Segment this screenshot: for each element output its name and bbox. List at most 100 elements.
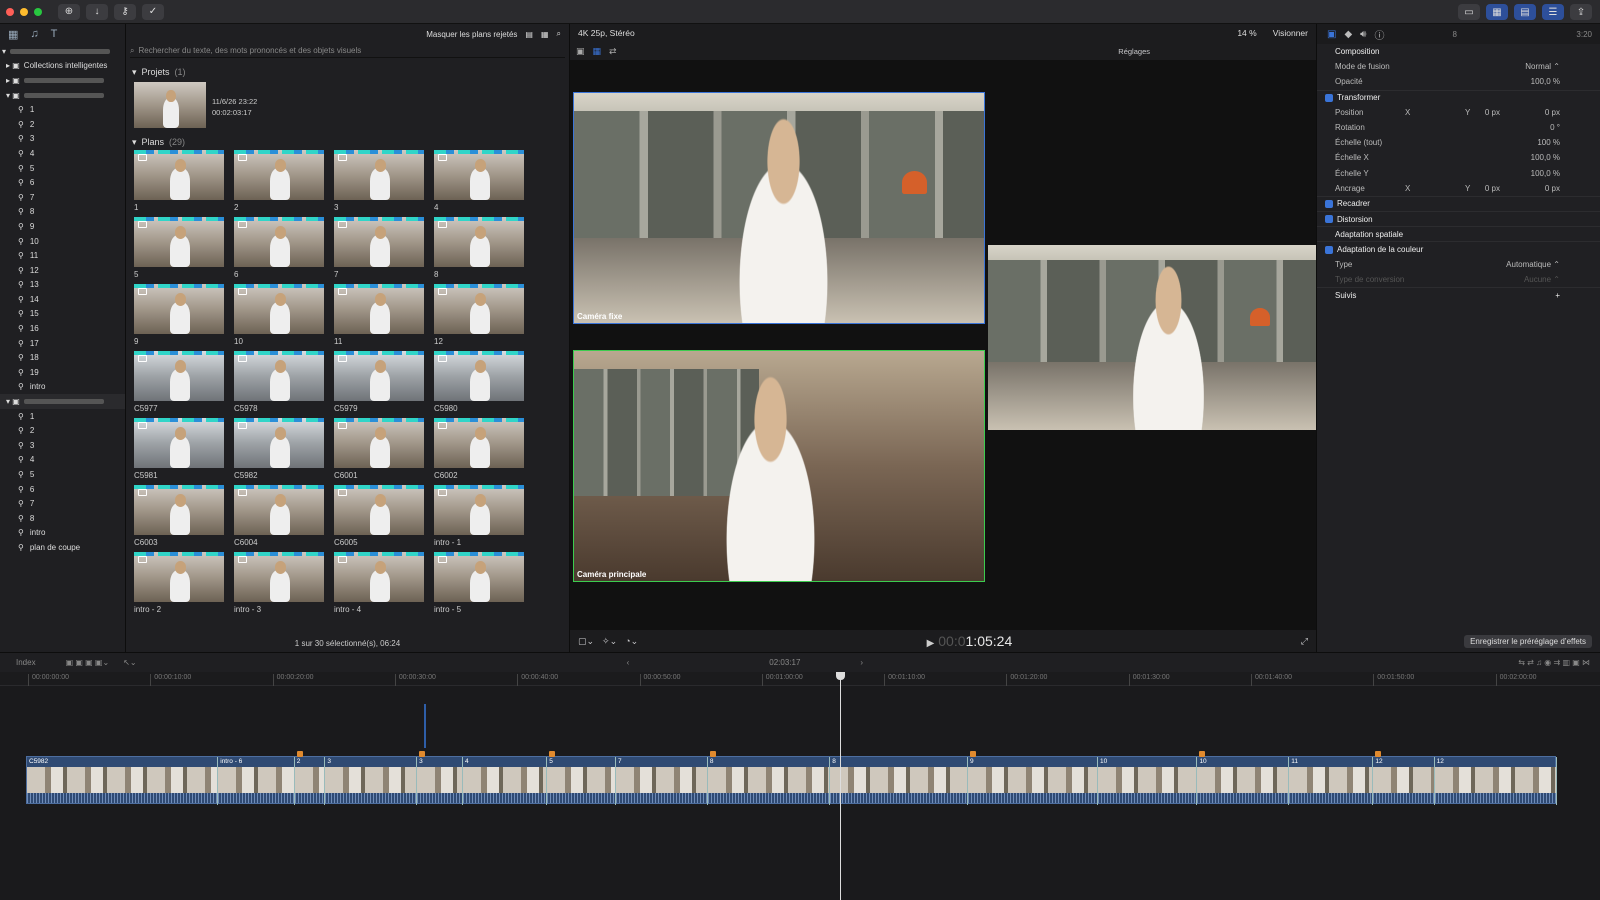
browser-clip[interactable]: C5979	[334, 351, 424, 418]
show-browser-button[interactable]: ▦	[1486, 4, 1508, 20]
anchor-y-value[interactable]: 0 px	[1545, 184, 1560, 193]
keyword-collection[interactable]: ⚲ 17	[0, 336, 125, 351]
position-x-value[interactable]: 0 px	[1485, 108, 1500, 117]
project-item[interactable]: 11/6/26 23:22 00:02:03:17	[134, 82, 569, 128]
add-tracker-icon[interactable]: +	[1555, 291, 1560, 300]
close-window-button[interactable]	[6, 7, 14, 16]
timeline-clip[interactable]: 7	[616, 757, 708, 805]
marker-icon[interactable]	[709, 751, 716, 757]
keyword-collection[interactable]: ⚲ 8	[0, 205, 125, 220]
keyword-collection[interactable]: ⚲ 6	[0, 175, 125, 190]
select-tool-icon[interactable]: ↖⌄	[123, 658, 136, 667]
fullscreen-icon[interactable]: ⤢	[1301, 636, 1308, 647]
show-timeline-button[interactable]: ▤	[1514, 4, 1536, 20]
libraries-icon[interactable]: ▦	[8, 28, 18, 41]
browser-clip[interactable]: intro - 5	[434, 552, 524, 619]
browser-clip[interactable]: 6	[234, 217, 324, 284]
marker-icon[interactable]	[419, 751, 426, 757]
keyword-collection[interactable]: ⚲ 19	[0, 365, 125, 380]
browser-clip[interactable]: C5980	[434, 351, 524, 418]
forward-icon[interactable]: ›	[860, 658, 863, 667]
timeline-clip[interactable]: 2	[294, 757, 326, 805]
browser-clip[interactable]: 7	[334, 217, 424, 284]
browser-clip[interactable]: 2	[234, 150, 324, 217]
titles-generators-icon[interactable]: T	[51, 28, 58, 40]
timeline-clip[interactable]: 12	[1373, 757, 1435, 805]
angle-overlay-icon[interactable]: ⇄	[609, 46, 617, 57]
browser-clip[interactable]: intro - 3	[234, 552, 324, 619]
library-row[interactable]: ▾	[0, 44, 125, 59]
zoom-menu[interactable]: 14 %	[1237, 28, 1256, 38]
timeline-clip[interactable]: intro - 6	[218, 757, 295, 805]
filter-menu[interactable]: Masquer les plans rejetés	[426, 30, 517, 39]
zoom-window-button[interactable]	[34, 7, 42, 16]
speed-icon[interactable]: ◔⌄	[625, 636, 638, 647]
transform-checkbox[interactable]	[1325, 93, 1333, 102]
keyword-collection[interactable]: ⚲ 6	[0, 482, 125, 497]
workspace-menu-button[interactable]: ▭	[1458, 4, 1480, 20]
anchor-x-value[interactable]: 0 px	[1485, 184, 1500, 193]
angle-viewer-icon[interactable]: ▣	[576, 46, 585, 57]
timeline-clip[interactable]: 8	[830, 757, 968, 805]
keyword-collection[interactable]: ⚲ 1	[0, 409, 125, 424]
video-inspector-icon[interactable]: ▣	[1327, 29, 1336, 40]
keyword-collection[interactable]: ⚲ intro	[0, 380, 125, 395]
scale-x-value[interactable]: 100,0 %	[1531, 153, 1560, 162]
color-conform-section[interactable]: Adaptation de la couleur	[1317, 241, 1600, 256]
keyword-collection[interactable]: ⚲ 7	[0, 496, 125, 511]
keyword-collection[interactable]: ⚲ 4	[0, 146, 125, 161]
distortion-checkbox[interactable]	[1325, 215, 1333, 224]
event-row[interactable]: ▸ ▣	[0, 73, 125, 88]
browser-clip[interactable]: C5981	[134, 418, 224, 485]
browser-clip[interactable]: C6004	[234, 485, 324, 552]
download-icon[interactable]: ↓	[86, 3, 108, 20]
save-effects-preset-button[interactable]: Enregistrer le préréglage d’effets	[1464, 635, 1592, 648]
timeline-ruler[interactable]: 00:00:00:00 00:00:10:00 00:00:20:00 00:00:3…	[0, 672, 1600, 686]
plans-section-header[interactable]: ▾ Plans (29)	[126, 134, 569, 150]
skimming-icons[interactable]: ⇆ ⇄ ♫ ◉ ⇉ ▥ ▣ ⋈	[1518, 658, 1590, 667]
angle-camera-principale[interactable]: Caméra principale	[573, 350, 985, 582]
distortion-section[interactable]: Distorsion	[1317, 211, 1600, 226]
keyword-collection[interactable]: ⚲ 15	[0, 307, 125, 322]
import-media-button[interactable]: ⊕	[58, 3, 80, 20]
keyword-collection[interactable]: ⚲ 9	[0, 219, 125, 234]
keyword-collection[interactable]: ⚲ 1	[0, 102, 125, 117]
rotation-value[interactable]: 0 °	[1550, 123, 1560, 132]
key-icon[interactable]: ⚷	[114, 3, 136, 20]
timeline-clip[interactable]: 11	[1289, 757, 1374, 805]
browser-clip[interactable]: C5982	[234, 418, 324, 485]
clip-appearance-icon[interactable]: ▤	[525, 30, 533, 39]
browser-clip[interactable]: C6003	[134, 485, 224, 552]
crop-tool-icon[interactable]: ▢⌄	[578, 636, 594, 647]
browser-clip[interactable]: 10	[234, 284, 324, 351]
audio-inspector-icon[interactable]: 🔊︎	[1360, 29, 1366, 40]
scale-y-value[interactable]: 100,0 %	[1531, 169, 1560, 178]
projects-section-header[interactable]: ▾ Projets (1)	[126, 64, 569, 80]
spatial-conform-section[interactable]: Adaptation spatiale	[1317, 226, 1600, 241]
keyword-collection[interactable]: ⚲ 7	[0, 190, 125, 205]
type-popup[interactable]: Automatique ⌃	[1506, 260, 1560, 269]
keyword-collection[interactable]: ⚲ 11	[0, 248, 125, 263]
keyword-collection[interactable]: ⚲ 8	[0, 511, 125, 526]
search-field[interactable]: ⌕ Rechercher du texte, des mots prononcé…	[130, 44, 565, 58]
multicam-clip-strip[interactable]: C5982 intro - 6 2 3 3 4 5 7 8 8 9 10 10 11 12 12	[26, 751, 1557, 805]
keyword-collection[interactable]: ⚲ 5	[0, 467, 125, 482]
index-button[interactable]: Index	[16, 658, 36, 667]
share-icon[interactable]: ⇪	[1570, 4, 1592, 20]
browser-clip[interactable]: intro - 1	[434, 485, 524, 552]
opacity-value[interactable]: 100,0 %	[1531, 77, 1560, 86]
timeline-area[interactable]: C5982 intro - 6 2 3 3 4 5 7 8 8 9 10 10 11 12 12	[0, 686, 1600, 900]
browser-clip[interactable]: 1	[134, 150, 224, 217]
color-conform-checkbox[interactable]	[1325, 245, 1333, 254]
play-icon[interactable]: ▶	[927, 638, 935, 649]
timeline-clip[interactable]: 12	[1434, 757, 1557, 805]
timeline-clip[interactable]: 5	[547, 757, 617, 805]
keyword-collection[interactable]: ⚲ 2	[0, 423, 125, 438]
blend-mode-popup[interactable]: Normal ⌃	[1525, 62, 1560, 71]
background-tasks-icon[interactable]: ✓	[142, 3, 164, 20]
angle-layout-icon[interactable]: ▦	[593, 46, 602, 57]
event-row-expanded[interactable]: ▾ ▣	[0, 88, 125, 103]
keyword-collection[interactable]: ⚲ 5	[0, 161, 125, 176]
scale-all-value[interactable]: 100 %	[1537, 138, 1560, 147]
color-inspector-icon[interactable]: ◆	[1344, 29, 1352, 40]
